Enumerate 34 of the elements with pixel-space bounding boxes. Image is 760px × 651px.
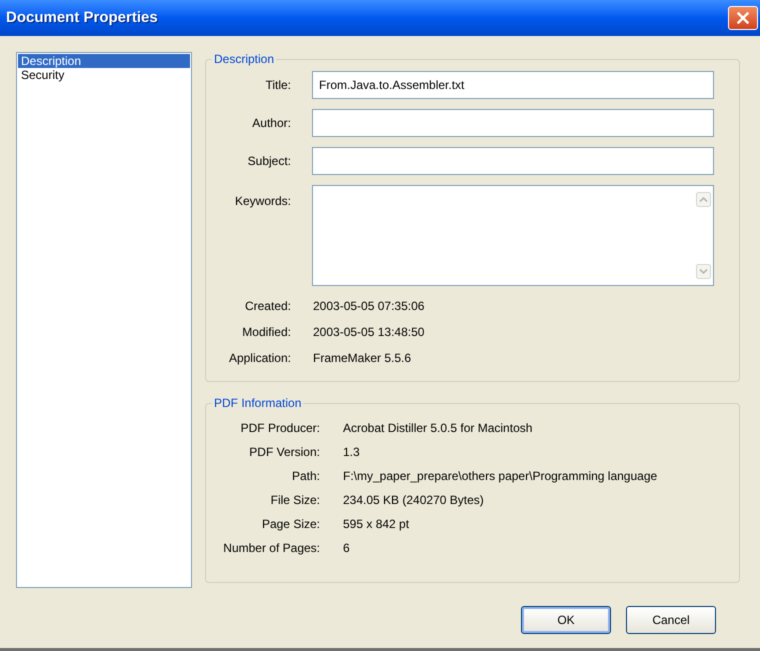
detail-value: FrameMaker 5.5.6	[313, 350, 412, 367]
field-label: Keywords:	[234, 193, 291, 208]
detail-label: Created:	[244, 298, 291, 315]
text-area[interactable]	[312, 185, 714, 286]
field-label: Subject:	[246, 154, 291, 168]
dialog-button[interactable]: Cancel	[626, 606, 716, 634]
detail-value: 2003-05-05 07:35:06	[313, 298, 426, 315]
info-value: 6	[343, 540, 351, 557]
info-label: Page Size:	[260, 516, 320, 533]
group-heading: PDF Information	[213, 396, 302, 410]
input-field[interactable]	[312, 109, 714, 137]
sidebar-item[interactable]: Description	[18, 54, 190, 68]
info-label: File Size:	[270, 492, 320, 509]
info-label: Path:	[290, 468, 320, 485]
close-button[interactable]	[728, 6, 758, 30]
info-value: Acrobat Distiller 5.0.5 for Macintosh	[343, 420, 534, 437]
info-label: Number of Pages:	[222, 540, 320, 557]
dialog-button[interactable]: OK	[521, 606, 611, 634]
info-value: F:\my_paper_prepare\others paper\Programming language	[343, 468, 658, 485]
input-field[interactable]: From.Java.to.Assembler.txt	[312, 71, 714, 99]
field-label: Title:	[264, 78, 291, 92]
info-value: 234.05 KB (240270 Bytes)	[343, 492, 485, 509]
detail-value: 2003-05-05 13:48:50	[313, 324, 426, 341]
info-value: 1.3	[343, 444, 361, 461]
close-icon	[737, 12, 749, 24]
field-label: Author:	[251, 116, 291, 130]
detail-label: Application:	[228, 350, 291, 367]
window-title: Document Properties	[6, 9, 158, 27]
detail-label: Modified:	[241, 324, 291, 341]
info-label: PDF Version:	[248, 444, 320, 461]
group-heading: Description	[213, 52, 276, 66]
info-label: PDF Producer:	[240, 420, 320, 437]
info-value: 595 x 842 pt	[343, 516, 410, 533]
input-field[interactable]	[312, 147, 714, 175]
